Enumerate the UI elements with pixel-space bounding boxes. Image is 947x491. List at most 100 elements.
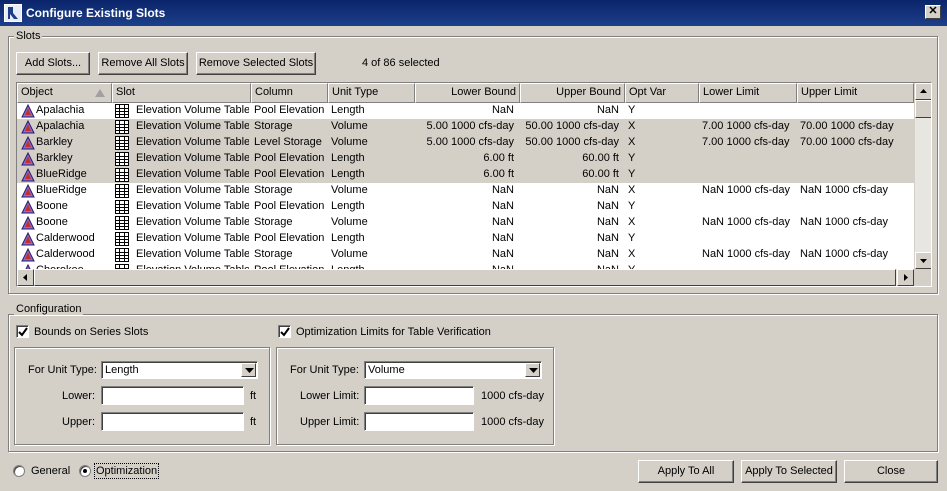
table-row[interactable]: Boone Elevation Volume Table Storage Volume… [17, 215, 914, 231]
table-row[interactable]: Barkley Elevation Volume Table Pool Elevat… [17, 151, 914, 167]
cell-lower-bound: NaN [491, 248, 514, 260]
cell-object: Calderwood [36, 248, 95, 260]
table-row[interactable]: Calderwood Elevation Volume Table Storage V… [17, 247, 914, 263]
optimization-mode-radio[interactable] [79, 465, 91, 477]
cell-upper-bound: NaN [596, 200, 619, 212]
window-title: Configure Existing Slots [26, 6, 166, 20]
column-header-object[interactable]: Object [17, 83, 112, 103]
cell-lower-limit: 7.00 1000 cfs-day [702, 120, 790, 132]
cell-opt-var: Y [628, 104, 636, 116]
cell-lower-bound: NaN [491, 232, 514, 244]
table-row[interactable]: Calderwood Elevation Volume Table Pool Ele… [17, 231, 914, 247]
cell-lower-bound: NaN [491, 104, 514, 116]
cell-column: Storage [254, 216, 293, 228]
close-button[interactable]: Close [844, 460, 938, 483]
cell-unit-type: Volume [331, 184, 368, 196]
cell-slot: Elevation Volume Table [136, 248, 249, 260]
column-header-lower-limit[interactable]: Lower Limit [699, 83, 797, 103]
cell-opt-var: Y [628, 200, 636, 212]
arrow-down-icon [920, 259, 927, 263]
slots-legend: Slots [14, 30, 43, 42]
chevron-down-icon[interactable] [525, 363, 540, 377]
cell-opt-var: X [628, 120, 636, 132]
scroll-down-button[interactable] [915, 252, 931, 269]
chevron-down-icon[interactable] [241, 363, 256, 377]
scroll-right-button[interactable] [897, 269, 914, 286]
bounds-upper-unit: ft [250, 416, 257, 428]
limits-unit-type-select[interactable]: Volume [364, 361, 542, 379]
cell-column: Level Storage [254, 136, 322, 148]
cell-upper-bound: NaN [596, 104, 619, 116]
cell-column: Storage [254, 120, 293, 132]
cell-opt-var: Y [628, 152, 636, 164]
cell-object: BlueRidge [36, 168, 87, 180]
cell-lower-bound: 5.00 1000 cfs-day [426, 120, 514, 132]
cell-object: Barkley [36, 136, 73, 148]
cell-column: Pool Elevation [254, 104, 325, 116]
cell-slot: Elevation Volume Table [136, 152, 249, 164]
limits-upper-input[interactable] [364, 412, 474, 431]
add-slots-button[interactable]: Add Slots... [16, 52, 90, 75]
vertical-scrollbar[interactable] [914, 83, 931, 269]
limits-checkbox[interactable] [278, 325, 291, 338]
table-row[interactable]: Barkley Elevation Volume Table Level Stora… [17, 135, 914, 151]
bounds-lower-label: Lower: [62, 390, 96, 402]
arrow-up-icon [920, 89, 927, 93]
apply-to-all-button[interactable]: Apply To All [638, 460, 734, 483]
cell-lower-limit: 7.00 1000 cfs-day [702, 136, 790, 148]
column-header-unit-type[interactable]: Unit Type [328, 83, 415, 103]
bounds-checkbox[interactable] [16, 325, 29, 338]
horizontal-scrollbar[interactable] [17, 269, 914, 286]
window-close-button[interactable]: ✕ [925, 5, 941, 19]
bounds-unit-type-select[interactable]: Length [101, 361, 258, 379]
apply-to-selected-button[interactable]: Apply To Selected [741, 460, 837, 483]
cell-object: Boone [36, 216, 68, 228]
column-header-column[interactable]: Column [251, 83, 328, 103]
cell-upper-limit: 70.00 1000 cfs-day [800, 136, 894, 148]
table-row[interactable]: BlueRidge Elevation Volume Table Pool Elev… [17, 167, 914, 183]
limits-checkbox-label[interactable]: Optimization Limits for Table Verificati… [296, 326, 491, 338]
cell-upper-limit: NaN 1000 cfs-day [800, 216, 889, 228]
remove-all-slots-button[interactable]: Remove All Slots [98, 52, 188, 75]
column-header-lower-bound[interactable]: Lower Bound [415, 83, 520, 103]
cell-lower-limit: NaN 1000 cfs-day [702, 216, 791, 228]
remove-selected-slots-button[interactable]: Remove Selected Slots [196, 52, 316, 75]
cell-lower-bound: 6.00 ft [483, 152, 514, 164]
limits-lower-input[interactable] [364, 386, 474, 405]
cell-slot: Elevation Volume Table [136, 168, 249, 180]
optimization-mode-label[interactable]: Optimization [93, 463, 160, 479]
column-header-opt-var[interactable]: Opt Var [625, 83, 699, 103]
bounds-unit-type-label: For Unit Type: [28, 364, 97, 376]
bounds-lower-input[interactable] [101, 386, 244, 405]
cell-column: Pool Elevation [254, 152, 325, 164]
limits-lower-unit: 1000 cfs-day [481, 390, 544, 402]
cell-slot: Elevation Volume Table [136, 136, 249, 148]
cell-column: Pool Elevation [254, 200, 325, 212]
bounds-upper-input[interactable] [101, 412, 244, 431]
horizontal-scroll-thumb[interactable] [34, 269, 896, 286]
column-header-upper-bound[interactable]: Upper Bound [520, 83, 625, 103]
general-mode-label[interactable]: General [31, 465, 70, 477]
table-row[interactable]: Apalachia Elevation Volume Table Pool Elev… [17, 103, 914, 119]
table-row[interactable]: BlueRidge Elevation Volume Table Storage Vo… [17, 183, 914, 199]
general-mode-radio[interactable] [13, 465, 25, 477]
cell-object: BlueRidge [36, 184, 87, 196]
limits-upper-label: Upper Limit: [300, 416, 360, 428]
cell-upper-bound: NaN [596, 248, 619, 260]
vertical-scroll-thumb[interactable] [915, 100, 931, 118]
table-row[interactable]: Boone Elevation Volume Table Pool Elevatio… [17, 199, 914, 215]
cell-object: Calderwood [36, 232, 95, 244]
cell-slot: Elevation Volume Table [136, 104, 249, 116]
scroll-left-button[interactable] [17, 269, 34, 286]
slots-table[interactable]: Object Slot Column Unit Type Lower Bound… [16, 82, 932, 287]
cell-lower-limit [702, 168, 795, 182]
scroll-up-button[interactable] [915, 83, 931, 100]
bounds-checkbox-label[interactable]: Bounds on Series Slots [34, 326, 148, 338]
cell-lower-limit [702, 200, 795, 214]
table-row[interactable]: Apalachia Elevation Volume Table Storage Vo… [17, 119, 914, 135]
cell-upper-limit [800, 168, 910, 182]
column-header-upper-limit[interactable]: Upper Limit [797, 83, 914, 103]
cell-lower-bound: NaN [491, 200, 514, 212]
cell-lower-limit [702, 104, 795, 118]
column-header-slot[interactable]: Slot [112, 83, 251, 103]
